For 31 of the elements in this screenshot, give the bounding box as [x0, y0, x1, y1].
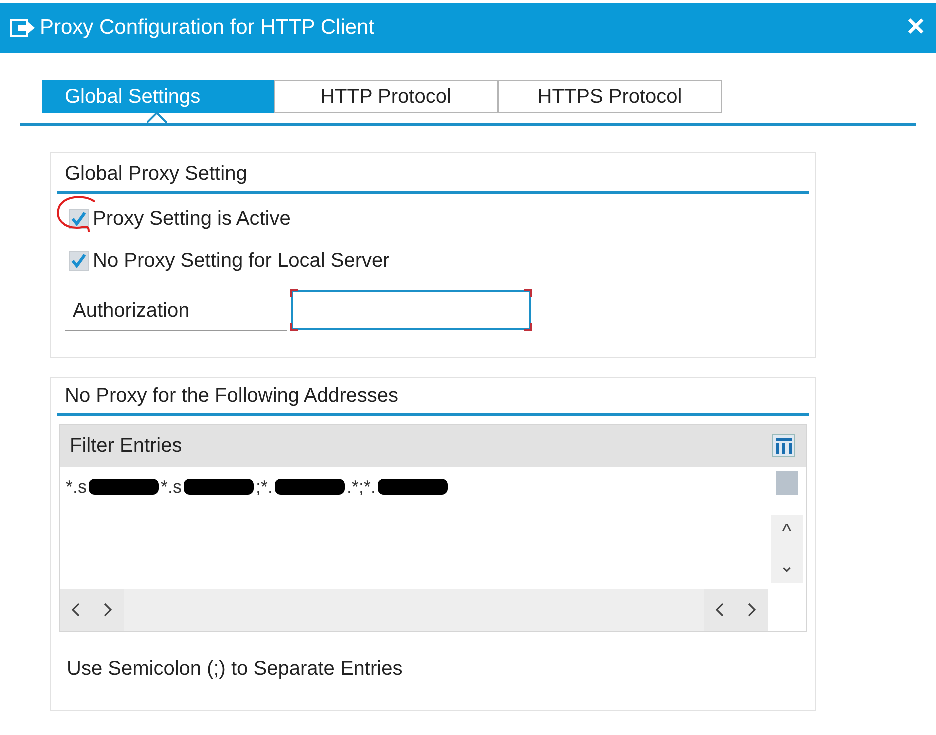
- tab[interactable]: HTTP Protocol: [274, 80, 498, 113]
- scroll-left-icon[interactable]: [704, 589, 736, 631]
- scroll-right-icon[interactable]: [736, 589, 768, 631]
- entry-text: *.s: [161, 476, 182, 498]
- hint-text: Use Semicolon (;) to Separate Entries: [67, 657, 404, 682]
- checkbox-label: No Proxy Setting for Local Server: [93, 249, 390, 274]
- redaction-mark: [275, 479, 346, 495]
- entry-text: *.s: [66, 476, 88, 498]
- entry-text: ;*.: [256, 476, 274, 498]
- checkbox[interactable]: [69, 209, 89, 229]
- window-icon: [10, 18, 36, 38]
- redaction-mark: [89, 479, 160, 495]
- authorization-field[interactable]: [291, 290, 531, 330]
- entry-text: .*;*.: [347, 476, 376, 498]
- scroll-up-button[interactable]: ^: [771, 515, 803, 549]
- scroll-right-icon[interactable]: [92, 589, 124, 631]
- redaction-mark: [378, 479, 448, 495]
- redaction-mark: [184, 479, 254, 495]
- field-label: Authorization: [65, 288, 287, 331]
- scroll-left-icon[interactable]: [60, 589, 92, 631]
- window-title: Proxy Configuration for HTTP Client: [40, 15, 375, 42]
- group-title: Global Proxy Setting: [65, 163, 248, 185]
- scrollbar-thumb[interactable]: [776, 471, 798, 495]
- column-header: Filter Entries: [69, 434, 184, 459]
- table-cell[interactable]: *.s *.s ;*. .*;*.: [60, 467, 768, 507]
- scroll-down-button[interactable]: ⌄: [771, 549, 803, 583]
- column-settings-icon[interactable]: [772, 434, 796, 458]
- group-title: No Proxy for the Following Addresses: [65, 385, 398, 407]
- tab[interactable]: HTTPS Protocol: [498, 80, 722, 113]
- checkbox[interactable]: [69, 251, 89, 271]
- checkbox-label: Proxy Setting is Active: [93, 207, 291, 232]
